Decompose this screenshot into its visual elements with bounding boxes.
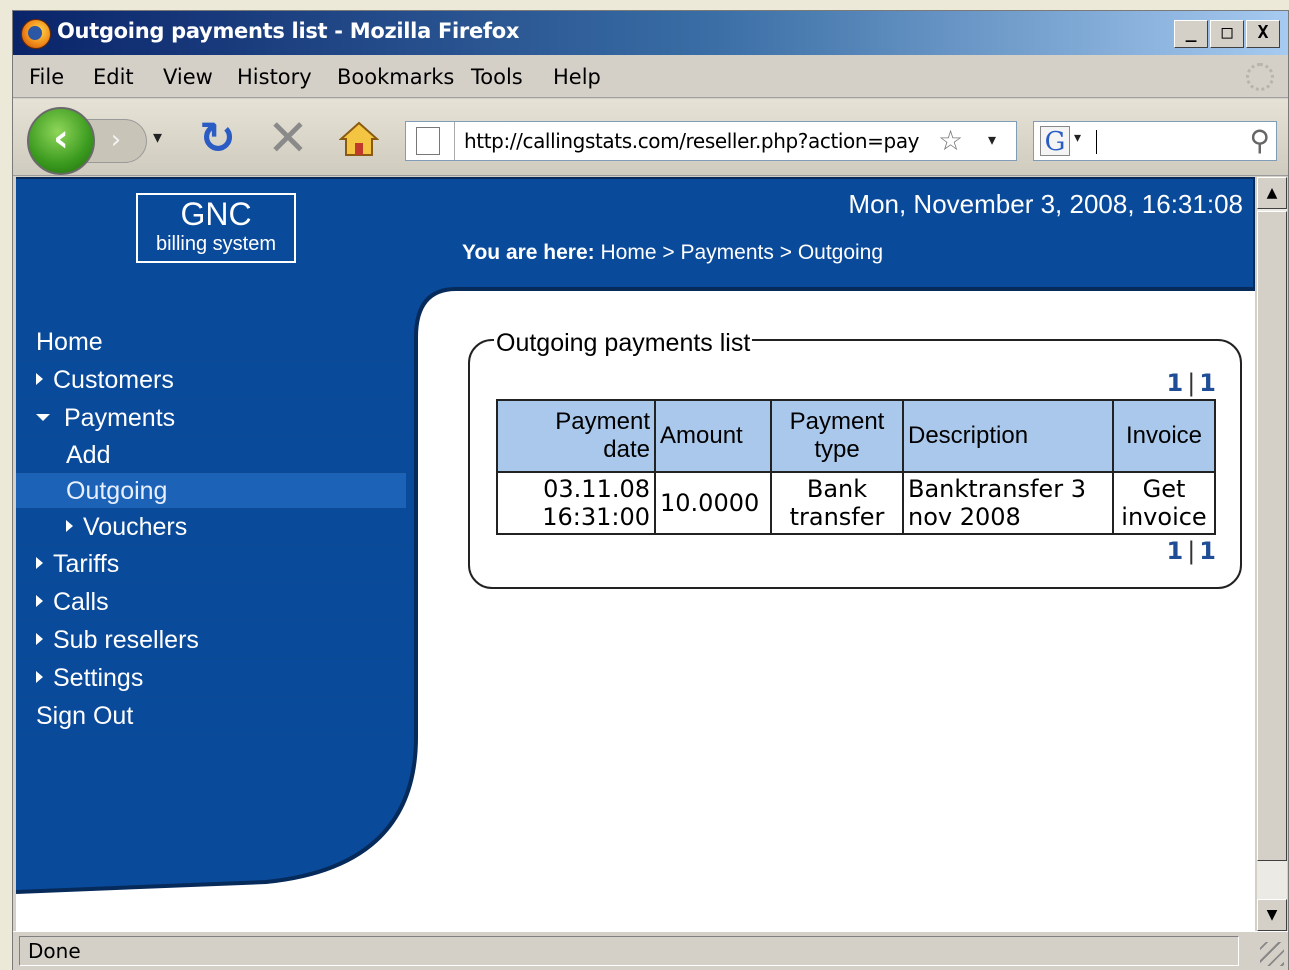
url-dropdown-icon[interactable]: ▾ bbox=[988, 130, 996, 149]
menu-bar: File Edit View History Bookmarks Tools H… bbox=[13, 57, 1288, 98]
page-icon bbox=[416, 127, 440, 155]
gnc-logo[interactable]: GNC billing system bbox=[136, 193, 296, 263]
back-button[interactable]: ‹ bbox=[27, 107, 95, 175]
pager-page-link[interactable]: 1 bbox=[1167, 369, 1184, 397]
minimize-button[interactable]: _ bbox=[1174, 20, 1208, 48]
stop-icon[interactable]: ✕ bbox=[267, 109, 309, 167]
breadcrumb-separator: > bbox=[779, 241, 792, 264]
scroll-down-button[interactable]: ▼ bbox=[1257, 899, 1287, 931]
browser-window: Outgoing payments list - Mozilla Firefox… bbox=[12, 10, 1289, 970]
expand-arrow-icon bbox=[36, 595, 43, 608]
breadcrumb-label: You are here: bbox=[462, 241, 595, 264]
cell-payment-date: 03.11.08 16:31:00 bbox=[496, 471, 656, 535]
menu-edit[interactable]: Edit bbox=[93, 65, 134, 89]
cell-description: Banktransfer 3 nov 2008 bbox=[902, 471, 1114, 535]
maximize-button[interactable]: □ bbox=[1210, 20, 1244, 48]
breadcrumb: You are here: Home > Payments > Outgoing bbox=[462, 241, 883, 265]
sidebar-item-settings[interactable]: Settings bbox=[16, 659, 406, 697]
search-bar[interactable]: G ▾ ⚲ bbox=[1033, 121, 1277, 161]
menu-history[interactable]: History bbox=[237, 65, 312, 89]
expand-arrow-icon bbox=[36, 557, 43, 570]
breadcrumb-home[interactable]: Home bbox=[601, 241, 657, 264]
menu-bookmarks[interactable]: Bookmarks bbox=[337, 65, 454, 89]
table-header-row: Payment date Amount Payment type Descrip… bbox=[496, 399, 1216, 473]
breadcrumb-separator: > bbox=[662, 241, 675, 264]
navigation-toolbar: › ‹ ▾ ↻ ✕ http://callingstats.com/resell… bbox=[13, 99, 1288, 176]
menu-tools[interactable]: Tools bbox=[471, 65, 523, 89]
fieldset-legend: Outgoing payments list bbox=[494, 329, 753, 358]
pager-bottom: 1 | 1 bbox=[1166, 537, 1217, 565]
resize-grip-icon[interactable] bbox=[1260, 942, 1284, 966]
breadcrumb-payments[interactable]: Payments bbox=[680, 241, 773, 264]
history-dropdown-icon[interactable]: ▾ bbox=[153, 127, 162, 148]
column-header-description[interactable]: Description bbox=[902, 399, 1114, 473]
sidebar-item-home[interactable]: Home bbox=[16, 323, 406, 361]
table-row: 03.11.08 16:31:00 10.0000 Bank transfer … bbox=[496, 471, 1216, 535]
sidebar-item-customers[interactable]: Customers bbox=[16, 361, 406, 399]
page-content: GNC billing system Mon, November 3, 2008… bbox=[16, 177, 1255, 931]
cell-amount: 10.0000 bbox=[654, 471, 772, 535]
get-invoice-link[interactable]: Get invoice bbox=[1112, 471, 1216, 535]
throbber-icon bbox=[1246, 63, 1274, 91]
sidebar-item-add[interactable]: Add bbox=[16, 437, 406, 473]
url-bar[interactable]: http://callingstats.com/reseller.php?act… bbox=[405, 121, 1017, 161]
search-icon[interactable]: ⚲ bbox=[1249, 124, 1270, 157]
column-header-payment-date[interactable]: Payment date bbox=[496, 399, 656, 473]
expand-arrow-icon bbox=[36, 373, 43, 386]
expand-arrow-icon bbox=[66, 520, 73, 533]
column-header-invoice[interactable]: Invoice bbox=[1112, 399, 1216, 473]
bookmark-star-icon[interactable]: ☆ bbox=[938, 124, 963, 157]
search-input[interactable] bbox=[1096, 130, 1097, 154]
expand-arrow-icon bbox=[36, 671, 43, 684]
firefox-icon bbox=[21, 19, 51, 49]
sidebar-nav: Home Customers Payments Add Outgoing Vou… bbox=[16, 323, 406, 735]
pager-page-link[interactable]: 1 bbox=[1199, 369, 1216, 397]
payments-fieldset: Outgoing payments list 1 | 1 Payment date … bbox=[468, 329, 1242, 589]
cell-payment-type: Bank transfer bbox=[770, 471, 904, 535]
status-text: Done bbox=[19, 936, 1239, 966]
scroll-thumb[interactable] bbox=[1257, 211, 1287, 861]
menu-view[interactable]: View bbox=[163, 65, 213, 89]
url-input[interactable]: http://callingstats.com/reseller.php?act… bbox=[464, 129, 934, 153]
current-datetime: Mon, November 3, 2008, 16:31:08 bbox=[848, 189, 1243, 219]
sidebar-item-sign-out[interactable]: Sign Out bbox=[16, 697, 406, 735]
vertical-scrollbar[interactable]: ▲ ▼ bbox=[1257, 177, 1287, 931]
sidebar-item-sub-resellers[interactable]: Sub resellers bbox=[16, 621, 406, 659]
home-icon[interactable] bbox=[339, 121, 379, 157]
window-title: Outgoing payments list - Mozilla Firefox bbox=[57, 19, 520, 43]
scroll-up-button[interactable]: ▲ bbox=[1257, 177, 1287, 209]
column-header-amount[interactable]: Amount bbox=[654, 399, 772, 473]
status-bar: Done bbox=[13, 931, 1288, 970]
engine-dropdown-icon[interactable]: ▾ bbox=[1074, 130, 1081, 146]
column-header-payment-type[interactable]: Payment type bbox=[770, 399, 904, 473]
pager-top: 1 | 1 bbox=[1166, 369, 1217, 397]
sidebar-item-outgoing[interactable]: Outgoing bbox=[16, 473, 406, 509]
menu-help[interactable]: Help bbox=[553, 65, 601, 89]
menu-file[interactable]: File bbox=[29, 65, 64, 89]
pager-page-link[interactable]: 1 bbox=[1167, 537, 1184, 565]
payments-table: Payment date Amount Payment type Descrip… bbox=[496, 399, 1216, 535]
expand-arrow-icon bbox=[36, 633, 43, 646]
sidebar-item-tariffs[interactable]: Tariffs bbox=[16, 545, 406, 583]
google-engine-icon[interactable]: G bbox=[1040, 126, 1070, 157]
close-button[interactable]: X bbox=[1246, 20, 1280, 48]
reload-icon[interactable]: ↻ bbox=[199, 113, 236, 164]
title-bar: Outgoing payments list - Mozilla Firefox… bbox=[13, 11, 1288, 55]
sidebar-item-calls[interactable]: Calls bbox=[16, 583, 406, 621]
pager-page-link[interactable]: 1 bbox=[1199, 537, 1216, 565]
sidebar-item-vouchers[interactable]: Vouchers bbox=[16, 509, 406, 545]
collapse-arrow-icon bbox=[36, 413, 50, 421]
sidebar-item-payments[interactable]: Payments bbox=[16, 399, 406, 437]
breadcrumb-outgoing[interactable]: Outgoing bbox=[798, 241, 883, 264]
